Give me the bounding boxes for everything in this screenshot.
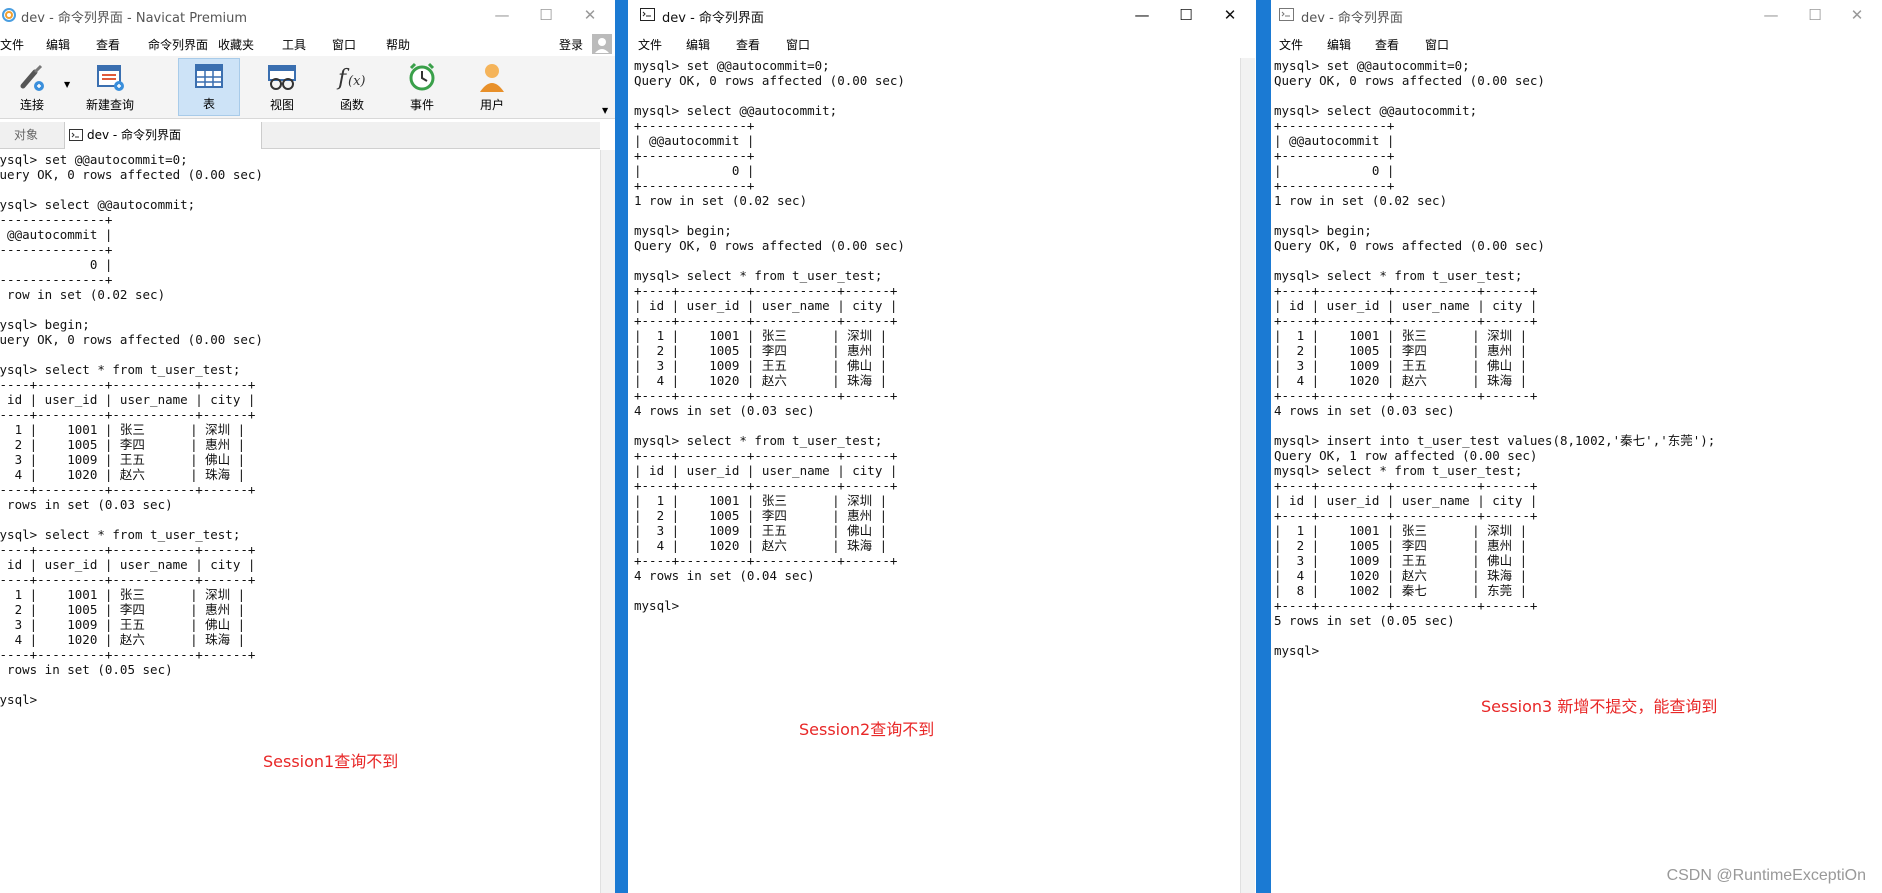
function-label: 函数 — [339, 98, 364, 112]
terminal-output[interactable]: mysql> set @@autocommit=0; Query OK, 0 r… — [0, 152, 263, 707]
title-bar: dev - 命令列界面 — ☐ ✕ — [628, 0, 1256, 30]
session2-annotation: Session2查询不到 — [799, 720, 935, 739]
user-icon — [480, 64, 504, 92]
console-window-2: dev - 命令列界面 — ☐ ✕ 文件 编辑 查看 窗口 mysql> set… — [628, 0, 1256, 893]
connect-button[interactable]: 连接 — [2, 60, 62, 113]
menu-view[interactable]: 查看 — [1375, 36, 1399, 53]
table-icon — [195, 64, 223, 88]
session3-annotation: Session3 新增不提交，能查询到 — [1481, 697, 1718, 716]
view-button[interactable]: 视图 — [252, 60, 312, 113]
menu-window[interactable]: 窗口 — [786, 36, 810, 53]
view-label: 视图 — [269, 98, 294, 112]
menu-console[interactable]: 命令列界面 — [148, 36, 208, 53]
tab-objects[interactable]: 对象 — [14, 122, 38, 148]
login-link[interactable]: 登录 — [559, 36, 583, 53]
window-title: dev - 命令列界面 - Navicat Premium — [21, 11, 248, 26]
terminal-output[interactable]: mysql> set @@autocommit=0; Query OK, 0 r… — [634, 58, 905, 613]
function-button[interactable]: f (x) 函数 — [322, 60, 382, 113]
close-button[interactable]: ✕ — [1208, 0, 1252, 30]
terminal-output[interactable]: mysql> set @@autocommit=0; Query OK, 0 r… — [1274, 58, 1715, 658]
watermark: CSDN @RuntimeExceptiOn — [1666, 867, 1866, 884]
table-button[interactable]: 表 — [178, 58, 240, 116]
new-query-button[interactable]: 新建查询 — [80, 60, 140, 113]
menu-edit[interactable]: 编辑 — [1327, 36, 1351, 53]
menu-view[interactable]: 查看 — [96, 36, 120, 53]
menu-bar: 文件 编辑 查看 命令列界面 收藏夹 工具 窗口 帮助 登录 » — [0, 34, 615, 69]
menu-tools[interactable]: 工具 — [282, 36, 306, 53]
close-button[interactable]: ✕ — [1835, 0, 1879, 30]
window-title: dev - 命令列界面 — [1301, 11, 1403, 26]
window-title: dev - 命令列界面 — [662, 11, 764, 26]
menu-bar: 文件 编辑 查看 窗口 — [628, 34, 1256, 54]
new-query-label: 新建查询 — [85, 98, 134, 112]
menu-bar: 文件 编辑 查看 窗口 — [1271, 34, 1882, 54]
toolbar-more-icon[interactable]: ▼ — [602, 106, 608, 115]
console-icon — [640, 8, 655, 21]
tab-console-active[interactable]: dev - 命令列界面 — [64, 122, 262, 149]
event-label: 事件 — [409, 98, 434, 112]
event-clock-icon — [409, 62, 435, 91]
view-icon — [268, 65, 296, 90]
function-icon: f (x) — [336, 66, 365, 91]
user-button[interactable]: 用户 — [462, 60, 522, 113]
toolbar: 连接 ▼ 新建查询 表 视图 f (x) 函数 事件 用户 ▼ — [0, 56, 615, 119]
connect-label: 连接 — [19, 98, 44, 112]
user-avatar-icon — [592, 34, 612, 54]
tab-console-label: dev - 命令列界面 — [87, 128, 182, 142]
console-window-3: dev - 命令列界面 — ☐ ✕ 文件 编辑 查看 窗口 mysql> set… — [1271, 0, 1882, 893]
menu-help[interactable]: 帮助 — [386, 36, 410, 53]
window-divider — [615, 0, 628, 893]
window-divider — [1256, 0, 1271, 893]
maximize-button[interactable]: ☐ — [1793, 0, 1837, 30]
scrollbar[interactable] — [1240, 58, 1255, 893]
navicat-window: dev - 命令列界面 - Navicat Premium — ☐ ✕ 文件 编… — [0, 0, 615, 893]
event-button[interactable]: 事件 — [392, 60, 452, 113]
title-bar: dev - 命令列界面 — ☐ ✕ — [1271, 0, 1882, 30]
minimize-button[interactable]: — — [1749, 0, 1793, 30]
tab-bar: 对象 dev - 命令列界面 — [0, 122, 600, 149]
menu-file[interactable]: 文件 — [0, 36, 24, 53]
menu-file[interactable]: 文件 — [1279, 36, 1303, 53]
menu-view[interactable]: 查看 — [736, 36, 760, 53]
menu-edit[interactable]: 编辑 — [46, 36, 70, 53]
console-icon — [1279, 8, 1294, 21]
svg-text:(x): (x) — [348, 74, 365, 89]
minimize-button[interactable]: — — [480, 0, 524, 30]
menu-edit[interactable]: 编辑 — [686, 36, 710, 53]
connection-icon — [20, 64, 44, 91]
console-icon — [69, 129, 83, 141]
title-bar: dev - 命令列界面 - Navicat Premium — ☐ ✕ — [0, 0, 615, 30]
navicat-logo-icon — [2, 8, 16, 22]
menu-window[interactable]: 窗口 — [332, 36, 356, 53]
new-query-icon — [97, 65, 124, 91]
menu-file[interactable]: 文件 — [638, 36, 662, 53]
connect-dropdown-icon[interactable]: ▼ — [64, 80, 70, 89]
menu-window[interactable]: 窗口 — [1425, 36, 1449, 53]
maximize-button[interactable]: ☐ — [1164, 0, 1208, 30]
user-label: 用户 — [479, 98, 504, 112]
menu-favorites[interactable]: 收藏夹 — [218, 36, 254, 53]
scrollbar[interactable] — [600, 150, 615, 893]
close-button[interactable]: ✕ — [568, 0, 612, 30]
table-label: 表 — [202, 97, 215, 111]
maximize-button[interactable]: ☐ — [524, 0, 568, 30]
minimize-button[interactable]: — — [1120, 0, 1164, 30]
session1-annotation: Session1查询不到 — [263, 752, 399, 771]
